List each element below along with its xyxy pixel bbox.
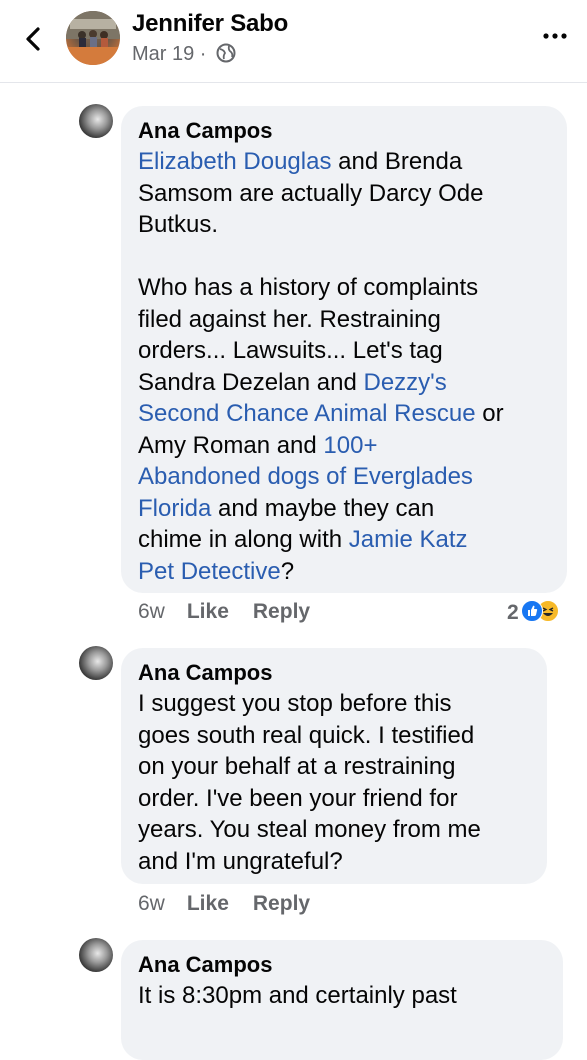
- reaction-count: 2: [507, 601, 519, 624]
- post-author-name[interactable]: Jennifer Sabo: [132, 10, 288, 38]
- like-button[interactable]: Like: [187, 892, 229, 915]
- post-date: Mar 19 ·: [132, 43, 236, 66]
- comment-text-segment: and Brenda Samsom are actually Darcy Ode…: [138, 148, 484, 396]
- comment-author[interactable]: Ana Campos: [138, 952, 547, 978]
- comment-time[interactable]: 6w: [138, 892, 165, 915]
- comment-text: Elizabeth Douglas and Brenda Samsom are …: [138, 146, 551, 587]
- comment-author[interactable]: Ana Campos: [138, 660, 531, 686]
- more-options-icon[interactable]: [540, 26, 570, 46]
- post-header: Jennifer Sabo Mar 19 ·: [0, 0, 587, 83]
- comment-text: It is 8:30pm and certainly past: [138, 982, 457, 1009]
- globe-icon: [216, 43, 236, 63]
- comment-actions: 6w Like Reply: [138, 892, 334, 916]
- comment-bubble[interactable]: Ana Campos It is 8:30pm and certainly pa…: [121, 940, 563, 1060]
- comment-author[interactable]: Ana Campos: [138, 118, 551, 144]
- comment-actions: 6w Like Reply: [138, 600, 334, 624]
- comment-time[interactable]: 6w: [138, 600, 165, 623]
- commenter-avatar[interactable]: [79, 938, 113, 972]
- reply-button[interactable]: Reply: [253, 892, 310, 915]
- mention-link[interactable]: Elizabeth Douglas: [138, 148, 331, 175]
- commenter-avatar[interactable]: [79, 104, 113, 138]
- profile-avatar[interactable]: [66, 11, 120, 65]
- comment-bubble[interactable]: Ana Campos Elizabeth Douglas and Brenda …: [121, 106, 567, 593]
- commenter-avatar[interactable]: [79, 646, 113, 680]
- back-chevron-icon[interactable]: [20, 22, 48, 56]
- post-date-text: Mar 19 ·: [132, 43, 207, 65]
- like-button[interactable]: Like: [187, 600, 229, 623]
- reaction-summary[interactable]: 2: [507, 600, 559, 625]
- reply-button[interactable]: Reply: [253, 600, 310, 623]
- comment-text: I suggest you stop before this goes sout…: [138, 690, 481, 875]
- comment-bubble[interactable]: Ana Campos I suggest you stop before thi…: [121, 648, 547, 884]
- comment-text-segment: ?: [280, 557, 295, 585]
- like-reaction-icon: [520, 600, 543, 622]
